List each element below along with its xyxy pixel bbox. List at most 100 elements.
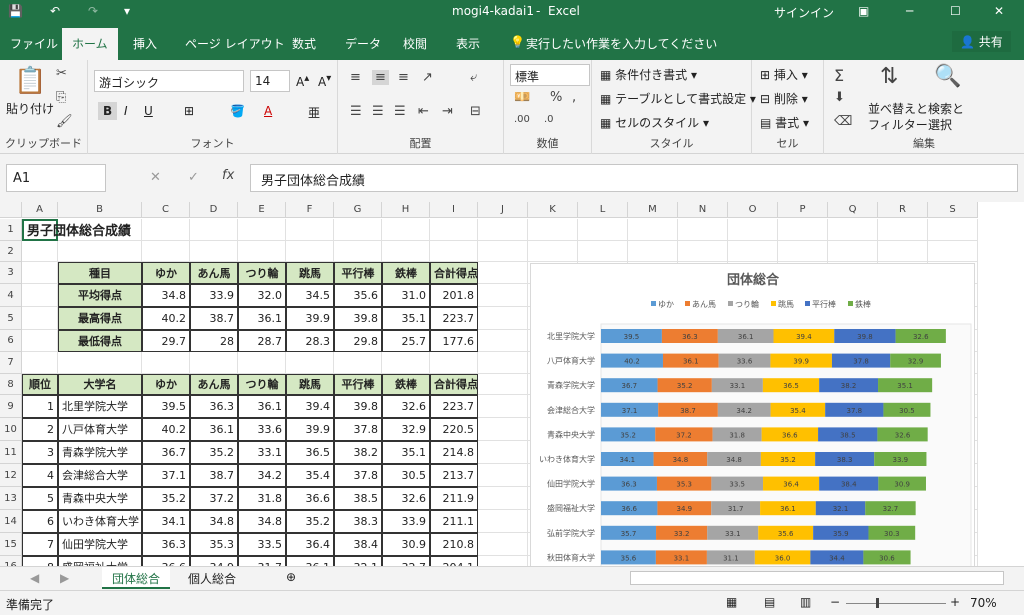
cell[interactable] [286, 241, 334, 262]
score-cell[interactable]: 4 [22, 464, 58, 487]
score-cell[interactable]: 7 [22, 533, 58, 556]
score-cell[interactable]: 37.8 [334, 418, 382, 441]
score-cell[interactable]: 5 [22, 487, 58, 510]
tab-home[interactable]: ホーム [62, 28, 118, 60]
column-header-N[interactable]: N [678, 202, 728, 218]
maximize-icon[interactable]: ☐ [950, 4, 961, 18]
score-cell[interactable]: 37.8 [334, 464, 382, 487]
stat-header-cell[interactable]: つり輪 [238, 262, 286, 284]
score-cell[interactable]: 211.1 [430, 510, 478, 533]
stat-value-cell[interactable]: 36.1 [238, 307, 286, 330]
delete-cells-button[interactable]: ⊟ 削除 ▾ [760, 90, 808, 107]
cell[interactable] [478, 487, 528, 510]
score-cell[interactable]: 6 [22, 510, 58, 533]
format-painter-icon[interactable]: 🖌 [56, 114, 73, 129]
tellme-icon[interactable]: 💡 [510, 35, 525, 49]
cancel-entry-icon[interactable]: ✕ [150, 170, 161, 185]
cell[interactable] [190, 219, 238, 241]
tab-data[interactable]: データ [345, 35, 381, 52]
score-cell[interactable]: 34.1 [142, 510, 190, 533]
filter-label[interactable]: フィルター [868, 116, 928, 133]
cell[interactable] [878, 219, 928, 241]
row-header-9[interactable]: 9 [0, 395, 22, 418]
cell[interactable] [22, 284, 58, 307]
column-header-F[interactable]: F [286, 202, 334, 218]
cell[interactable] [22, 330, 58, 352]
cell[interactable] [430, 352, 478, 374]
grow-font-icon[interactable]: A▴ [296, 73, 309, 89]
stat-value-cell[interactable]: 177.6 [430, 330, 478, 352]
cell[interactable] [478, 395, 528, 418]
name-box[interactable]: A1 [6, 164, 106, 192]
cell[interactable] [478, 330, 528, 352]
score-cell[interactable]: 31.8 [238, 487, 286, 510]
list-header-cell[interactable]: 鉄棒 [382, 374, 430, 395]
score-cell[interactable]: 39.8 [334, 395, 382, 418]
cell[interactable] [142, 219, 190, 241]
cell[interactable] [728, 241, 778, 262]
increase-decimal-icon[interactable]: .00 [514, 114, 530, 125]
cell[interactable] [22, 262, 58, 284]
column-header-A[interactable]: A [22, 202, 58, 218]
clear-icon[interactable]: ⌫ [834, 114, 852, 129]
score-cell[interactable]: 30.5 [382, 464, 430, 487]
cell[interactable] [142, 241, 190, 262]
select-all-corner[interactable] [0, 202, 22, 218]
horizontal-scrollbar[interactable] [630, 571, 1004, 585]
university-name-cell[interactable]: 青森学院大学 [58, 441, 142, 464]
stat-header-cell[interactable]: 鉄棒 [382, 262, 430, 284]
stat-value-cell[interactable]: 38.7 [190, 307, 238, 330]
score-cell[interactable]: 30.9 [382, 533, 430, 556]
score-cell[interactable]: 34.8 [238, 510, 286, 533]
confirm-entry-icon[interactable]: ✓ [188, 170, 199, 185]
score-cell[interactable]: 38.7 [190, 464, 238, 487]
border-icon[interactable]: ⊞ [184, 104, 194, 118]
stat-value-cell[interactable]: 35.1 [382, 307, 430, 330]
add-sheet-icon[interactable]: ⊕ [286, 570, 296, 584]
row-header-7[interactable]: 7 [0, 352, 22, 374]
cell[interactable] [478, 418, 528, 441]
format-as-table-button[interactable]: ▦ テーブルとして書式設定 ▾ [600, 90, 756, 107]
score-cell[interactable]: 33.1 [238, 441, 286, 464]
score-cell[interactable]: 36.3 [142, 533, 190, 556]
zoom-slider-thumb[interactable] [876, 598, 879, 608]
underline-button[interactable]: U [144, 104, 153, 118]
score-cell[interactable]: 32.1 [334, 556, 382, 566]
score-cell[interactable]: 35.2 [286, 510, 334, 533]
score-cell[interactable]: 36.1 [190, 418, 238, 441]
stat-value-cell[interactable]: 28.7 [238, 330, 286, 352]
stat-value-cell[interactable]: 29.7 [142, 330, 190, 352]
tab-insert[interactable]: 挿入 [133, 35, 157, 52]
cell[interactable] [286, 219, 334, 241]
row-header-8[interactable]: 8 [0, 374, 22, 395]
minimize-icon[interactable]: ─ [906, 4, 913, 18]
cell[interactable] [334, 352, 382, 374]
row-header-1[interactable]: 1 [0, 219, 22, 241]
score-cell[interactable]: 39.4 [286, 395, 334, 418]
stat-value-cell[interactable]: 29.8 [334, 330, 382, 352]
zoom-slider[interactable] [846, 603, 946, 604]
sort-filter-icon[interactable]: ⇅ [880, 64, 898, 89]
score-cell[interactable]: 35.2 [190, 441, 238, 464]
column-header-J[interactable]: J [478, 202, 528, 218]
score-cell[interactable]: 211.9 [430, 487, 478, 510]
page-layout-view-icon[interactable]: ▤ [764, 595, 775, 609]
cell[interactable] [628, 219, 678, 241]
cell[interactable] [828, 241, 878, 262]
cell[interactable] [382, 241, 430, 262]
stat-label-cell[interactable]: 平均得点 [58, 284, 142, 307]
insert-function-icon[interactable]: fx [222, 168, 234, 183]
university-name-cell[interactable]: 青森中央大学 [58, 487, 142, 510]
fill-color-icon[interactable]: 🪣 [230, 104, 245, 118]
cell[interactable] [478, 241, 528, 262]
cell[interactable] [778, 241, 828, 262]
cell[interactable] [238, 241, 286, 262]
row-header-10[interactable]: 10 [0, 418, 22, 441]
qat-customize-icon[interactable]: ▾ [124, 4, 130, 18]
stat-value-cell[interactable]: 31.0 [382, 284, 430, 307]
column-header-L[interactable]: L [578, 202, 628, 218]
cell[interactable] [334, 219, 382, 241]
cell[interactable] [528, 241, 578, 262]
university-name-cell[interactable]: 盛岡福祉大学 [58, 556, 142, 566]
copy-icon[interactable]: ⎘ [56, 90, 66, 105]
